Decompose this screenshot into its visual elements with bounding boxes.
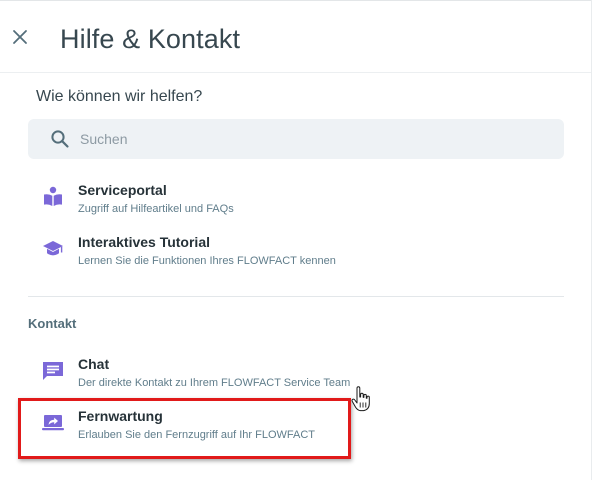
book-reader-icon: [44, 186, 62, 206]
contact-item-fernwartung[interactable]: Fernwartung Erlauben Sie den Fernzugriff…: [28, 408, 568, 454]
chat-icon: [43, 362, 63, 380]
section-divider: [28, 296, 564, 297]
contact-item-title: Fernwartung: [78, 408, 163, 424]
contact-item-description: Der direkte Kontakt zu Ihrem FLOWFACT Se…: [78, 377, 351, 389]
help-subtitle: Wie können wir helfen?: [36, 88, 203, 105]
help-item-description: Zugriff auf Hilfeartikel und FAQs: [78, 203, 234, 215]
help-item-description: Lernen Sie die Funktionen Ihres FLOWFACT…: [78, 255, 336, 267]
close-icon: [13, 30, 27, 44]
help-item-serviceportal[interactable]: Serviceportal Zugriff auf Hilfeartikel u…: [28, 182, 568, 228]
graduation-cap-icon: [43, 241, 63, 256]
contact-item-title: Chat: [78, 356, 110, 372]
search-input[interactable]: [80, 119, 550, 159]
close-button[interactable]: [8, 25, 32, 49]
help-item-title: Serviceportal: [78, 182, 167, 198]
contact-item-chat[interactable]: Chat Der direkte Kontakt zu Ihrem FLOWFA…: [28, 356, 568, 402]
contact-item-description: Erlauben Sie den Fernzugriff auf Ihr FLO…: [78, 429, 316, 441]
search-icon: [51, 130, 69, 148]
panel-header: Hilfe & Kontakt: [0, 1, 591, 73]
help-item-tutorial[interactable]: Interaktives Tutorial Lernen Sie die Fun…: [28, 234, 568, 280]
contact-section-label: Kontakt: [28, 316, 77, 331]
remote-screen-share-icon: [42, 415, 64, 431]
page-title: Hilfe & Kontakt: [60, 24, 241, 54]
search-box[interactable]: [28, 119, 564, 159]
help-item-title: Interaktives Tutorial: [78, 234, 211, 250]
